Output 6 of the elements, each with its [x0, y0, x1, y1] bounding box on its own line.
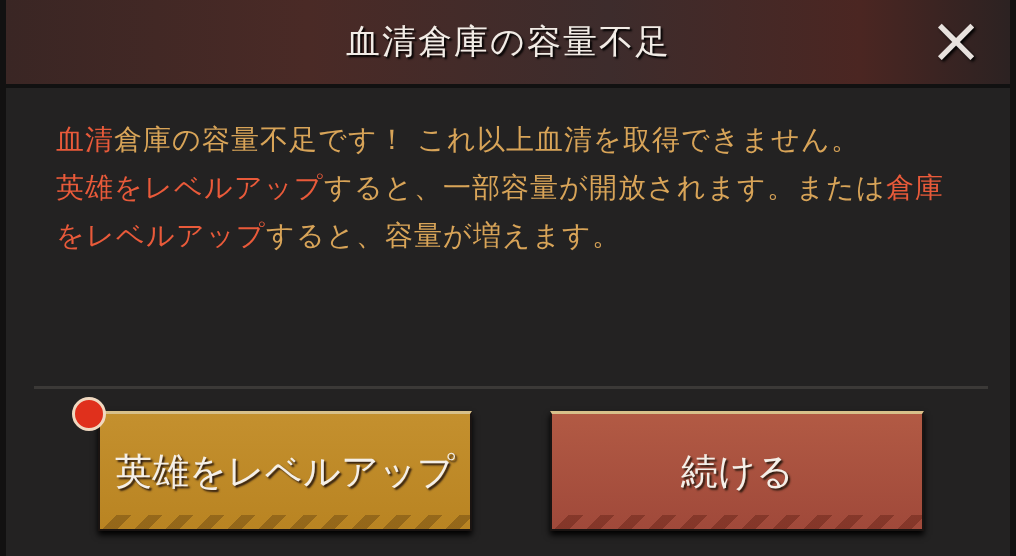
message-text: 血清倉庫の容量不足です！ これ以上血清を取得できません。 — [56, 122, 861, 158]
close-button[interactable]: × — [924, 8, 988, 72]
level-up-button[interactable]: 英雄をレベルアップ — [98, 411, 472, 531]
message-text: 英雄をレベルアップすると、一部容量が開放されます。または倉庫をレベルアップすると、容量が増えます。 — [56, 170, 945, 254]
dialog-title: 血清倉庫の容量不足 — [345, 20, 671, 63]
continue-button[interactable]: 続ける — [550, 411, 924, 531]
